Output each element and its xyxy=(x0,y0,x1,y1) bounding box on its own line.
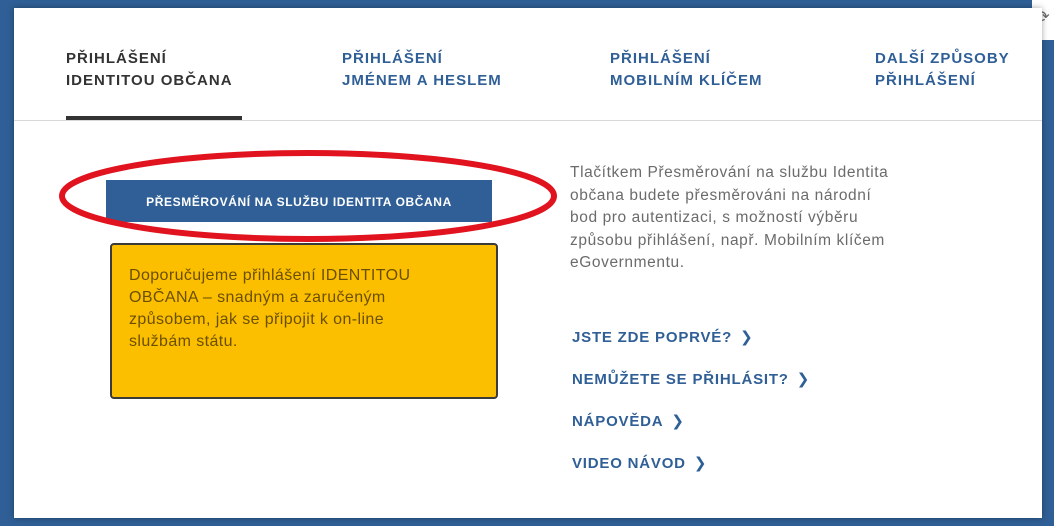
link-help-label: NÁPOVĚDA xyxy=(572,413,664,430)
description-text: Tlačítkem Přesměrování na službu Identit… xyxy=(570,164,889,271)
login-card: PŘIHLÁŠENÍ IDENTITOU OBČANA PŘIHLÁŠENÍ J… xyxy=(14,8,1042,518)
link-help[interactable]: NÁPOVĚDA ❯ xyxy=(572,412,685,430)
tab-dalsi-zpusoby[interactable]: DALŠÍ ZPŮSOBY PŘIHLÁŠENÍ xyxy=(875,48,1010,92)
chevron-right-icon: ❯ xyxy=(796,371,811,388)
link-cannot-login-label: NEMŮŽETE SE PŘIHLÁSIT? xyxy=(572,371,789,388)
chevron-right-icon: ❯ xyxy=(693,455,708,472)
redirect-identita-button[interactable]: PŘESMĚROVÁNÍ NA SLUŽBU IDENTITA OBČANA xyxy=(106,180,492,222)
tab-jmeno-heslo[interactable]: PŘIHLÁŠENÍ JMÉNEM A HESLEM xyxy=(342,48,502,92)
login-tabs: PŘIHLÁŠENÍ IDENTITOU OBČANA PŘIHLÁŠENÍ J… xyxy=(14,8,1042,121)
link-video-guide-label: VIDEO NÁVOD xyxy=(572,455,686,472)
link-cannot-login[interactable]: NEMŮŽETE SE PŘIHLÁSIT? ❯ xyxy=(572,370,810,388)
link-video-guide[interactable]: VIDEO NÁVOD ❯ xyxy=(572,454,707,472)
tab-identita-obcana[interactable]: PŘIHLÁŠENÍ IDENTITOU OBČANA xyxy=(66,48,233,92)
link-first-time-label: JSTE ZDE POPRVÉ? xyxy=(572,329,733,346)
right-border xyxy=(1042,40,1054,526)
recommendation-note: Doporučujeme přihlášení IDENTITOU OBČANA… xyxy=(110,243,498,399)
tab-mobilni-klic[interactable]: PŘIHLÁŠENÍ MOBILNÍM KLÍČEM xyxy=(610,48,762,92)
active-tab-indicator xyxy=(66,116,242,120)
top-border xyxy=(0,0,1054,8)
bottom-border xyxy=(0,518,1054,526)
chevron-right-icon: ❯ xyxy=(740,329,754,346)
chevron-right-icon: ❯ xyxy=(671,413,685,430)
screenshot-frame: ⟳ PŘIHLÁŠENÍ IDENTITOU OBČANA PŘIHLÁŠENÍ… xyxy=(0,0,1054,526)
left-border xyxy=(0,8,14,526)
link-first-time[interactable]: JSTE ZDE POPRVÉ? ❯ xyxy=(572,328,753,346)
